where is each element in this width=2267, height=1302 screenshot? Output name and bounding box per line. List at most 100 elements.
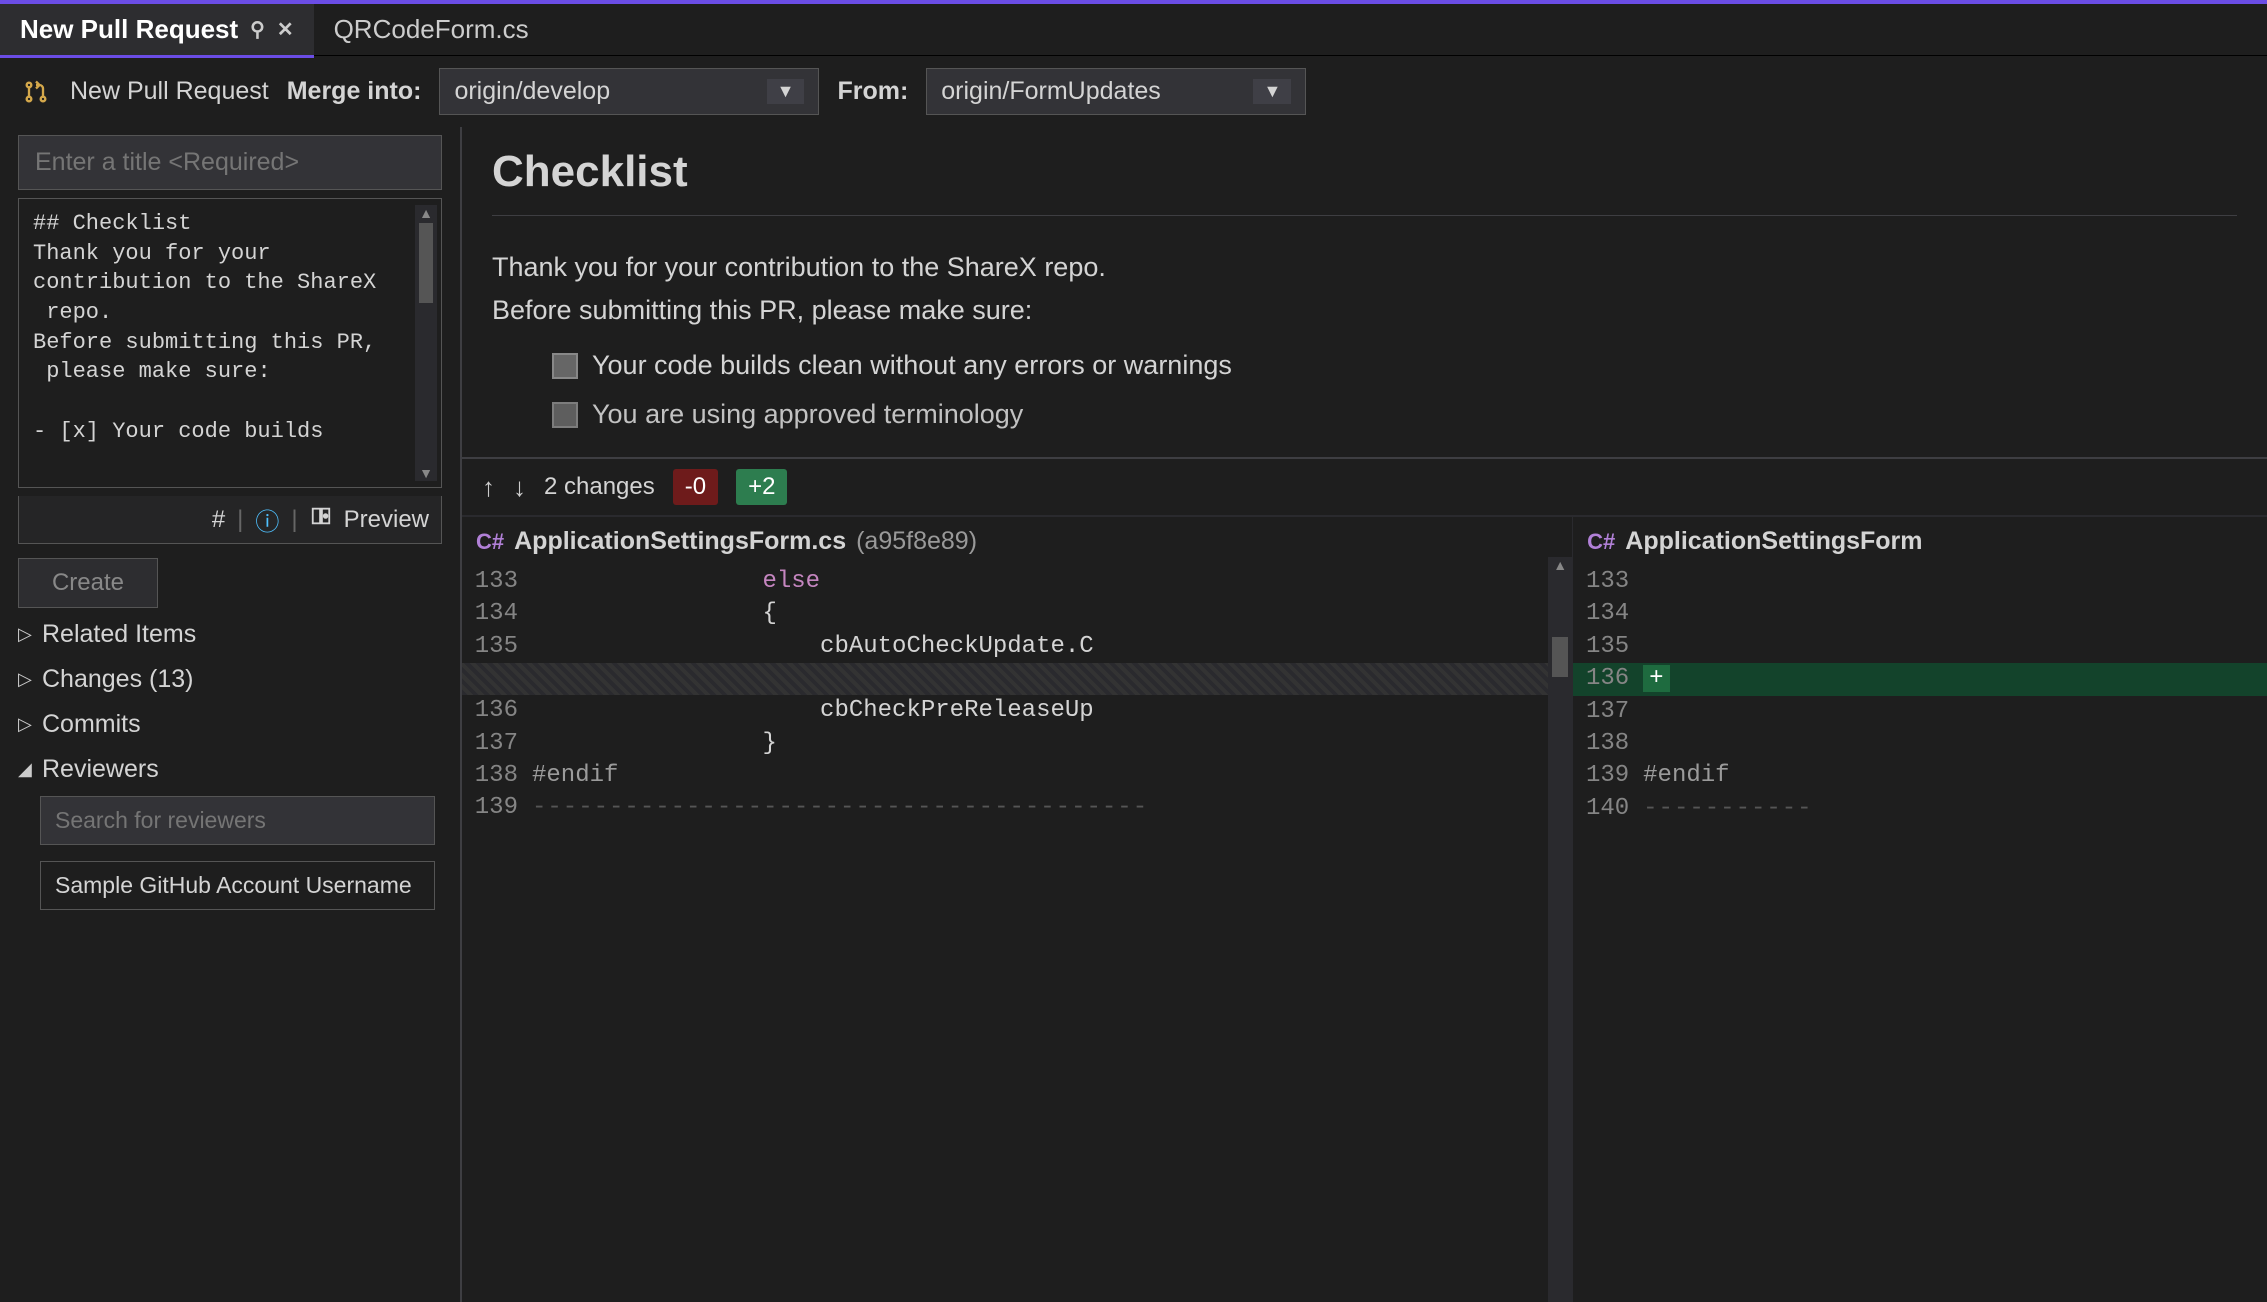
changes-count: 2 changes [544, 473, 655, 501]
toolbar-title: New Pull Request [70, 77, 269, 106]
code-line: 135 cbAutoCheckUpdate.C [462, 631, 1572, 663]
line-content: cbAutoCheckUpdate.C [532, 631, 1572, 663]
line-content: cbCheckPreReleaseUp [532, 695, 1572, 727]
diff-file-header: C# ApplicationSettingsForm [1573, 517, 2267, 566]
checklist-text: You are using approved terminology [592, 399, 1023, 430]
merge-into-dropdown[interactable]: origin/develop ▼ [439, 68, 819, 115]
code-line: 140----------- [1573, 793, 2267, 825]
description-editor[interactable]: ## Checklist Thank you for your contribu… [18, 198, 442, 488]
tab-qrcodeform[interactable]: QRCodeForm.cs [314, 4, 549, 55]
right-panel: Checklist Thank you for your contributio… [460, 127, 2267, 1302]
separator: | [237, 506, 243, 534]
search-reviewers-input[interactable] [40, 796, 435, 845]
code-line: 134 { [462, 598, 1572, 630]
line-number: 139 [462, 792, 532, 824]
line-number: 136 [462, 695, 532, 727]
diff-body: C# ApplicationSettingsForm.cs (a95f8e89)… [462, 516, 2267, 1302]
chevron-right-icon: ▷ [18, 714, 34, 735]
scroll-thumb[interactable] [419, 223, 433, 303]
merge-into-value: origin/develop [454, 77, 610, 106]
tab-bar: New Pull Request ⚲ ✕ QRCodeForm.cs [0, 4, 2267, 56]
tree-related-items[interactable]: ▷ Related Items [18, 616, 442, 653]
code-line: 139#endif [1573, 760, 2267, 792]
line-content: ----------- [1643, 793, 2267, 825]
additions-badge: +2 [736, 469, 787, 505]
tree-label: Related Items [42, 620, 196, 649]
create-button[interactable]: Create [18, 558, 158, 608]
line-number: 139 [1573, 760, 1643, 792]
line-content [1643, 696, 2267, 728]
tab-new-pr[interactable]: New Pull Request ⚲ ✕ [0, 4, 314, 55]
code-line: 139-------------------------------------… [462, 792, 1572, 824]
line-content [1643, 598, 2267, 630]
line-content: } [532, 728, 1572, 760]
code-line: 136 cbCheckPreReleaseUp [462, 695, 1572, 727]
tree-reviewers[interactable]: ◢ Reviewers [18, 751, 442, 788]
merge-into-label: Merge into: [287, 77, 422, 106]
next-change-icon[interactable]: ↓ [513, 472, 526, 503]
pin-icon[interactable]: ⚲ [250, 17, 265, 42]
prev-change-icon[interactable]: ↑ [482, 472, 495, 503]
code-line: 137 } [462, 728, 1572, 760]
code-line: 134 [1573, 598, 2267, 630]
scroll-up-icon[interactable]: ▲ [419, 205, 433, 221]
line-number: 134 [462, 598, 532, 630]
tree-changes[interactable]: ▷ Changes (13) [18, 661, 442, 698]
scroll-up-icon[interactable]: ▲ [1548, 557, 1572, 573]
description-text[interactable]: ## Checklist Thank you for your contribu… [19, 199, 441, 457]
line-content: ---------------------------------------- [532, 792, 1572, 824]
code-line: 133 [1573, 566, 2267, 598]
scroll-down-icon[interactable]: ▼ [419, 465, 433, 481]
tree-label: Reviewers [42, 755, 159, 784]
reviewer-item[interactable]: Sample GitHub Account Username [40, 861, 435, 910]
line-number: 135 [462, 631, 532, 663]
code-area[interactable]: 133 else134 {135 cbAutoCheckUpdate.C 136 … [462, 566, 1572, 825]
from-label: From: [837, 77, 908, 106]
code-line: 137 [1573, 696, 2267, 728]
close-icon[interactable]: ✕ [277, 17, 294, 42]
line-number: 138 [462, 760, 532, 792]
line-content [1643, 631, 2267, 663]
hash-icon[interactable]: # [212, 506, 225, 534]
from-dropdown[interactable]: origin/FormUpdates ▼ [926, 68, 1306, 115]
line-content: #endif [1643, 760, 2267, 792]
scrollbar[interactable]: ▲ ▼ [415, 205, 437, 481]
diff-pane-right: C# ApplicationSettingsForm 133134135136+… [1573, 517, 2267, 1302]
line-content: #endif [532, 760, 1572, 792]
info-icon[interactable]: ⓘ [255, 502, 279, 537]
scrollbar[interactable]: ▲ [1548, 557, 1572, 1302]
tree-commits[interactable]: ▷ Commits [18, 706, 442, 743]
line-number: 134 [1573, 598, 1643, 630]
code-line: 135 [1573, 631, 2267, 663]
line-number: 138 [1573, 728, 1643, 760]
line-content: else [532, 566, 1572, 598]
line-content [1643, 566, 2267, 598]
title-input[interactable] [18, 135, 442, 190]
pr-toolbar: New Pull Request Merge into: origin/deve… [0, 56, 2267, 127]
csharp-icon: C# [476, 529, 504, 555]
checklist-text: Your code builds clean without any error… [592, 350, 1232, 381]
checkbox-icon[interactable] [552, 353, 578, 379]
line-number: 136 [1573, 663, 1643, 695]
preview-heading: Checklist [492, 147, 2237, 197]
code-area[interactable]: 133134135136+137138139#endif140---------… [1573, 566, 2267, 825]
markdown-preview: Checklist Thank you for your contributio… [462, 127, 2267, 457]
preview-label[interactable]: Preview [344, 506, 429, 534]
scroll-thumb[interactable] [1552, 637, 1568, 677]
from-value: origin/FormUpdates [941, 77, 1161, 106]
line-number: 137 [1573, 696, 1643, 728]
checkbox-icon[interactable] [552, 402, 578, 428]
chevron-down-icon[interactable]: ▼ [1253, 79, 1291, 104]
line-content [1643, 728, 2267, 760]
chevron-right-icon: ▷ [18, 669, 34, 690]
preview-toggle-icon[interactable] [310, 505, 332, 534]
code-line [462, 663, 1572, 695]
file-name: ApplicationSettingsForm [1625, 527, 1922, 556]
chevron-right-icon: ▷ [18, 624, 34, 645]
chevron-down-icon: ◢ [18, 759, 34, 780]
pr-form-panel: ## Checklist Thank you for your contribu… [0, 127, 460, 1302]
chevron-down-icon[interactable]: ▼ [767, 79, 805, 104]
code-line: 136+ [1573, 663, 2267, 695]
preview-para: Thank you for your contribution to the S… [492, 246, 2237, 289]
line-number: 133 [462, 566, 532, 598]
